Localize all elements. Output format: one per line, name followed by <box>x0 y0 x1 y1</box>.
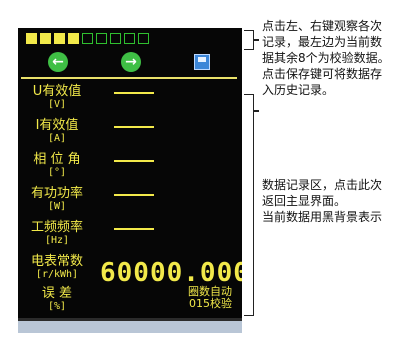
record-slot[interactable] <box>40 33 51 44</box>
value-dash <box>114 160 154 162</box>
record-slot[interactable] <box>138 33 149 44</box>
record-slot[interactable] <box>54 33 65 44</box>
meter-constant-value: 60000.000 <box>100 258 242 288</box>
save-icon[interactable] <box>194 54 210 70</box>
record-slot[interactable] <box>110 33 121 44</box>
record-slot[interactable] <box>26 33 37 44</box>
row-label: U有效值 [V] <box>32 84 82 111</box>
record-slots <box>26 33 149 44</box>
left-arrow-button[interactable]: ← <box>48 52 68 72</box>
row-label: 工频频率 [Hz] <box>30 220 83 247</box>
bottom-note: 数据记录区，点击此次 返回主显界面。 当前数据用黑背景表示 <box>262 178 383 224</box>
phase-angle-row: 相 位 角 [°] <box>18 152 242 188</box>
record-slot[interactable] <box>82 33 93 44</box>
value-dash <box>114 194 154 196</box>
divider <box>21 77 237 79</box>
side-bracket <box>244 94 254 316</box>
record-slot[interactable] <box>68 33 79 44</box>
record-slot[interactable] <box>96 33 107 44</box>
value-dash <box>114 228 154 230</box>
row-label: 有功功率 [W] <box>30 186 83 213</box>
screen-bottom-strip <box>18 318 242 333</box>
top-note: 点击左、右键观察各次 记录，最左边为当前数 据其余8个为校验数据。 点击保存键可… <box>262 19 390 97</box>
device-screen[interactable]: ← → U有效值 [V] I有效值 [A] 相 位 角 [°] 有功功率 [W] 工频频… <box>18 28 242 333</box>
right-arrow-button[interactable]: → <box>121 52 141 72</box>
arrow-left-icon: ← <box>52 54 64 70</box>
value-dash <box>114 126 154 128</box>
value-dash <box>114 92 154 94</box>
error-row: 误 差 [%] 圈数自动 015校验 <box>18 286 242 322</box>
top-bracket-tick <box>253 39 259 41</box>
side-bracket-tick <box>253 110 259 112</box>
active-power-row: 有功功率 [W] <box>18 186 242 222</box>
u-rms-row: U有效值 [V] <box>18 84 242 120</box>
row-label: 相 位 角 [°] <box>33 152 81 179</box>
row-label: I有效值 [A] <box>35 118 79 145</box>
row-label: 电表常数 [r/kWh] <box>30 254 83 281</box>
toolbar: ← → <box>18 52 242 74</box>
arrow-right-icon: → <box>125 54 137 70</box>
record-slot[interactable] <box>124 33 135 44</box>
row-label: 误 差 [%] <box>41 286 73 313</box>
i-rms-row: I有效值 [A] <box>18 118 242 154</box>
mode-label: 圈数自动 015校验 <box>188 285 232 310</box>
frequency-row: 工频频率 [Hz] <box>18 220 242 256</box>
